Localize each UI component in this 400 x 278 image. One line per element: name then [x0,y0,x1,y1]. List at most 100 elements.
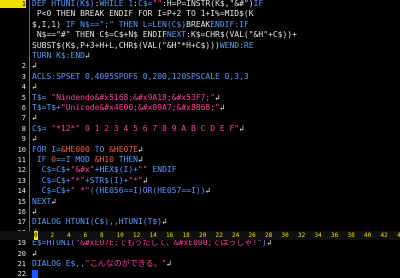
code-token: ↲ [162,217,167,227]
code-line[interactable]: 11 IF 0==I MOD &H10 THEN↲ [0,155,400,165]
code-token: +HEX$(I)+ [94,165,138,175]
line-number [0,42,26,50]
code-text: TURN K$:END↲ [32,52,90,60]
code-text: N$=="#" THEN C$=C$+N$ ENDIFNEXT:K$=CHR$(… [32,31,297,39]
code-text: $,I,1) IF N$==";" THEN L=LEN(C$)BREAKEND… [32,19,249,29]
ruler-tick-label: 22 [215,232,223,239]
code-token: ↲ [205,186,211,196]
code-line[interactable]: TURN K$:END↲ [0,52,400,60]
code-line[interactable]: SUBST$(K$,P+3+H+L,CHR$(VAL("&H"*H+C$)))W… [0,41,400,50]
text-cursor [32,270,38,278]
line-number [0,10,26,18]
code-line[interactable]: 13 C$=C$+"*"+STR$(I)+"*"↲ [0,175,400,185]
ruler-tick-label: 0 [34,231,38,240]
code-token: C$= [138,0,153,8]
code-editor[interactable]: 1 DEF HTUNI(K$):WHILE 1:C$="":H=P=INSTR(K… [0,0,400,278]
line-number: 7 [21,114,26,123]
line-number: 13 [17,176,26,185]
ruler-tick-label: 10 [116,232,124,239]
code-line[interactable]: $,I,1) IF N$==";" THEN L=LEN(C$)BREAKEND… [0,19,400,29]
code-line[interactable]: P<0 THEN BREAK ENDIF FOR I=P+2 TO 1+I%=M… [0,10,400,18]
code-line[interactable]: 5 T$= "Nindendo&#x5168;&#x9A18;&#x53F7;"↲ [0,92,400,102]
ruler-tick-label: 14 [149,232,157,239]
code-token: ↲ [32,134,37,144]
code-line[interactable]: 8 C$= "*12*" 0 1 2 3 4 5 6 7 8 9 A B C D … [0,123,400,133]
code-text: DIALOG HTUNI(C$),,HTUNI(T$)↲ [32,218,167,226]
line-number: 9 [21,135,26,144]
code-line[interactable]: 12 C$=C$+"&#x"+HEX$(I)+"" ENDIF [0,166,400,175]
line-number: 1 [0,0,26,8]
ruler-tick-label: 12 [133,232,141,239]
code-line[interactable]: 3 ACLS:SPSET 0,4095SPOFS 0,200,120SPSCALE… [0,71,400,81]
code-text: C$=C$+"*"+STR$(I)+"*"↲ [32,175,148,185]
code-token: ((HE056==I)OR(HE057==I)) [89,186,206,196]
code-token: $,I,1) [32,19,61,29]
code-line[interactable]: 7 ↲ [0,114,400,123]
code-token: C$=C$+ [32,186,71,196]
code-line[interactable]: 1 DEF HTUNI(K$):WHILE 1:C$="":H=P=INSTR(K… [0,0,400,8]
line-number: 19 [17,239,26,248]
line-number: 6 [21,104,26,112]
line-number: 2 [21,62,26,71]
code-text: DIALOG E$,,"こんなのができる。"↲ [32,260,171,268]
code-token: &HE07E [109,144,138,154]
code-line[interactable]: 21 DIALOG E$,,"こんなのができる。"↲ [0,260,400,269]
line-number: 21 [17,260,26,268]
code-line[interactable]: 10 FOR I=&HE000 TO &HE07E↲ [0,144,400,154]
code-text: ↲ [32,83,37,91]
code-token: ↲ [32,207,37,216]
code-token: DEF HTUNI(K$) [32,0,95,8]
code-token: T$= [32,92,52,102]
code-text: ↲ [32,208,37,216]
line-number: 11 [17,156,26,164]
code-token: C$=C$+ [32,165,71,175]
code-token: "&#x" [70,165,95,175]
code-token: " *" [70,186,90,196]
code-text: C$=C$+"&#x"+HEX$(I)+"" ENDIF [32,166,177,174]
code-token: ↲ [32,248,37,258]
code-line[interactable]: 15 NEXT↲ [0,196,400,206]
ruler-tick-label: 28 [265,232,273,239]
code-text: DEF HTUNI(K$):WHILE 1:C$="":H=P=INSTR(K$… [32,0,263,8]
code-line[interactable]: 16 ↲ [0,208,400,217]
code-token: "" [152,0,163,8]
code-line[interactable]: 19 E$=HTUNI("&#xE07E;でもうたして、&#xE000;ではっしゃ… [0,239,400,248]
code-line[interactable]: 17 DIALOG HTUNI(C$),,HTUNI(T$)↲ [0,218,400,227]
code-token: &H10 [94,155,114,164]
line-number: 10 [17,145,26,154]
code-line[interactable]: 6 T$=T$+"Unicode&#x4E00;&#x89A7;&#x8868;"… [0,104,400,113]
code-token: ↲ [137,155,143,164]
code-token: WHILE 1 [99,0,134,8]
code-line[interactable]: 20 ↲ [0,248,400,258]
code-token: :H=P=INSTR(K$,"&#") [162,0,254,8]
code-token: N$=="#" THEN C$=C$+N$ ENDIF [32,30,167,40]
code-token: ENDIF [147,165,177,175]
ruler-tick-label: 18 [182,232,190,239]
line-number: 4 [21,83,26,92]
code-token: IF [32,155,52,164]
code-line[interactable]: 22 [0,270,400,278]
code-token: "*" [128,175,143,185]
code-line[interactable]: 14 C$=C$+" *"((HE056==I)OR(HE057==I))↲ [0,186,400,196]
code-token: IF [253,0,264,8]
code-line[interactable]: 4 ↲ [0,83,400,92]
ruler-tick-label: 20 [199,232,207,239]
code-token: SPOFS 0,200,120 [113,71,187,81]
code-text: ↲ [32,114,37,122]
code-token: "*12*" 0 1 2 3 4 5 6 7 8 9 A B C D E F" [51,123,240,133]
line-number: 12 [17,166,26,175]
code-line[interactable]: 9 ↲ [0,134,400,144]
code-line[interactable]: N$=="#" THEN C$=C$+N$ ENDIFNEXT:K$=CHR$(… [0,31,400,39]
code-token: FOR I= [32,144,61,154]
line-number [0,52,26,60]
ruler-tick-label: 30 [281,232,289,239]
code-token: ↲ [215,92,220,102]
column-ruler: 0 2 4 6 8 10 12 14 16 18 20 22 24 26 28 30 32 34 36 38 40 42 4… [0,231,400,240]
code-token: :K$=CHR$(VAL("&H"+C$))+ [186,30,297,40]
code-token: NEXT [32,196,52,206]
code-token: "Nindendo&#x5168;&#x9A18;&#x53F7;" [51,92,216,102]
code-line[interactable]: 2 ↲ [0,62,400,71]
code-token: ENDIF:IF [210,19,249,29]
code-token: NEXT [166,30,187,40]
code-token: "*" [70,175,85,185]
